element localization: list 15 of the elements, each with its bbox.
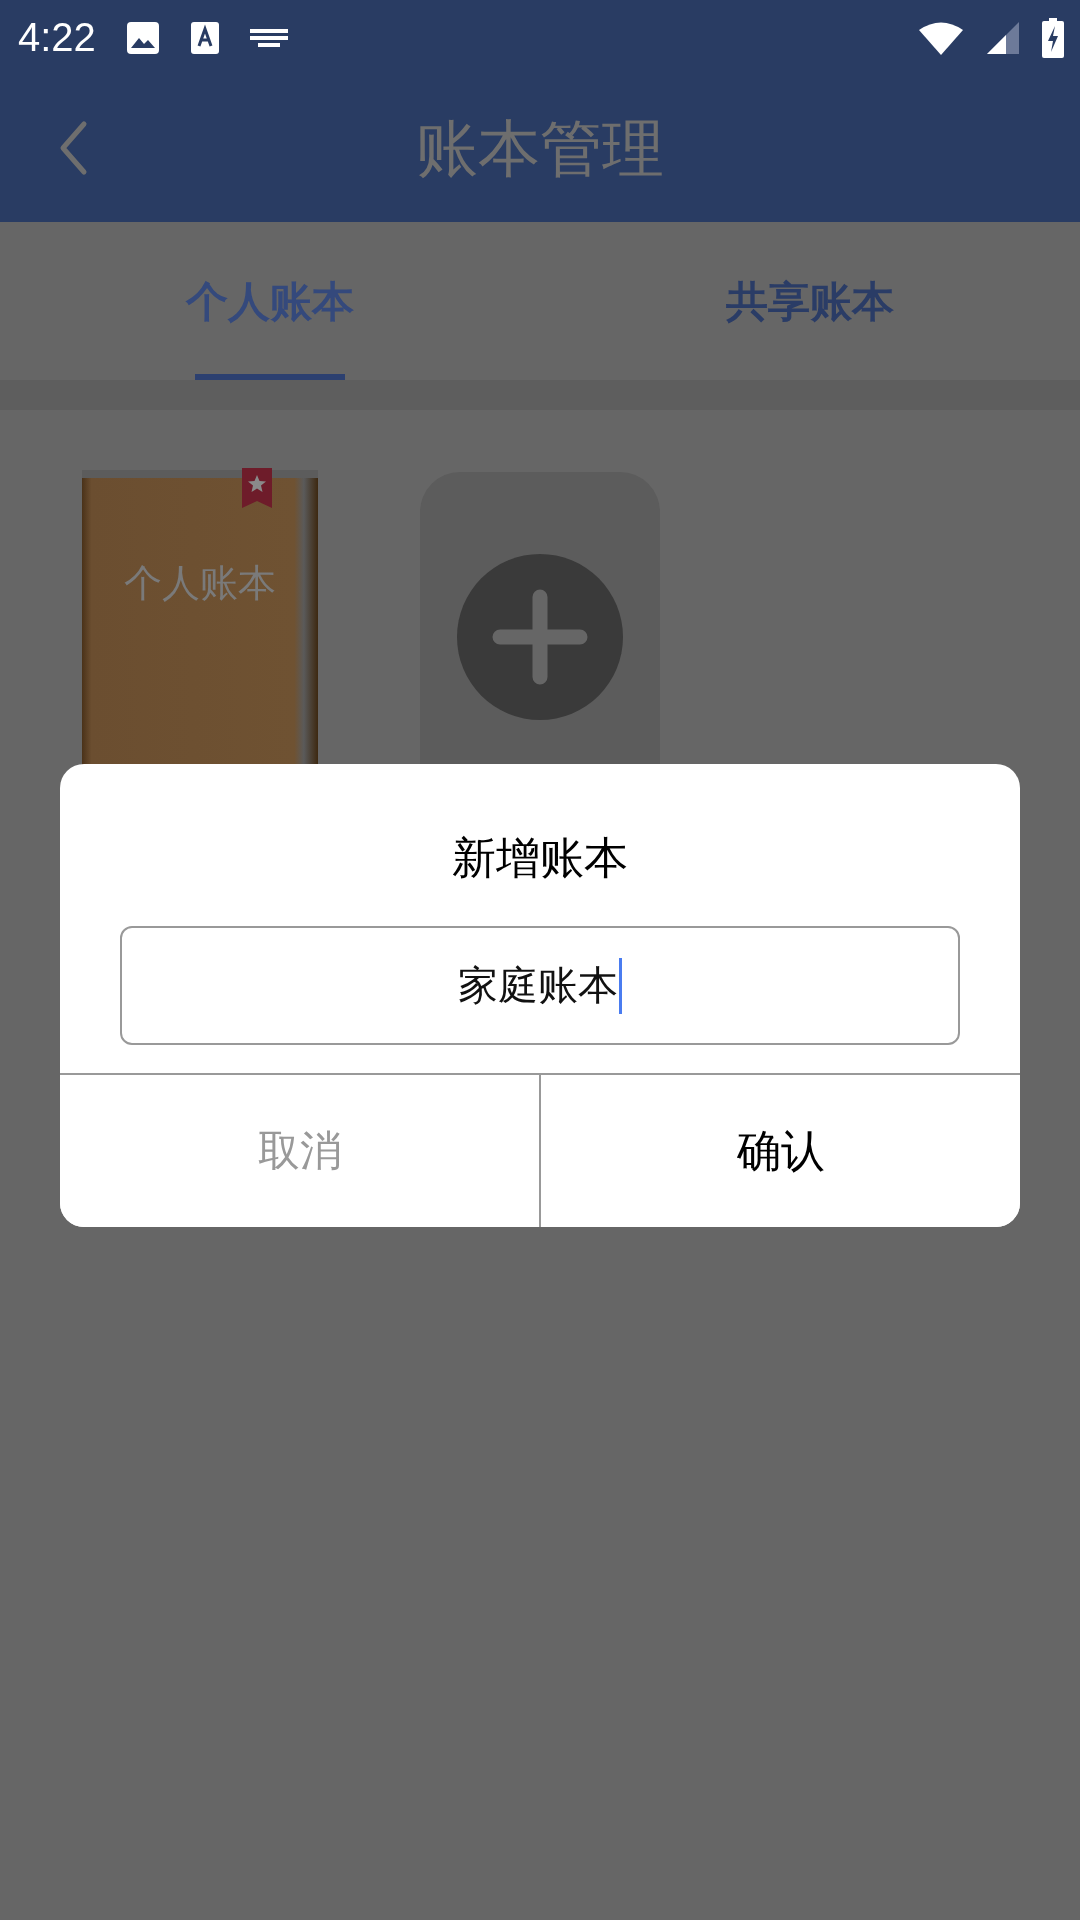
wifi-icon <box>918 20 964 55</box>
book-title: 个人账本 <box>124 560 276 607</box>
keyboard-icon <box>249 26 288 49</box>
dialog-title: 新增账本 <box>451 831 629 885</box>
confirm-button[interactable]: 确认 <box>539 1075 1020 1227</box>
signal-icon <box>986 20 1020 55</box>
text-icon <box>189 20 220 55</box>
tab[interactable]: 共享账本 <box>726 274 894 330</box>
image-icon <box>125 20 160 55</box>
page-title: 账本管理 <box>416 110 664 187</box>
status-time: 4:22 <box>18 15 96 60</box>
bookmark-icon <box>242 468 272 508</box>
battery-icon <box>1042 17 1064 58</box>
add-icon <box>457 554 623 720</box>
input-field[interactable]: 家庭账本 <box>120 926 960 1045</box>
